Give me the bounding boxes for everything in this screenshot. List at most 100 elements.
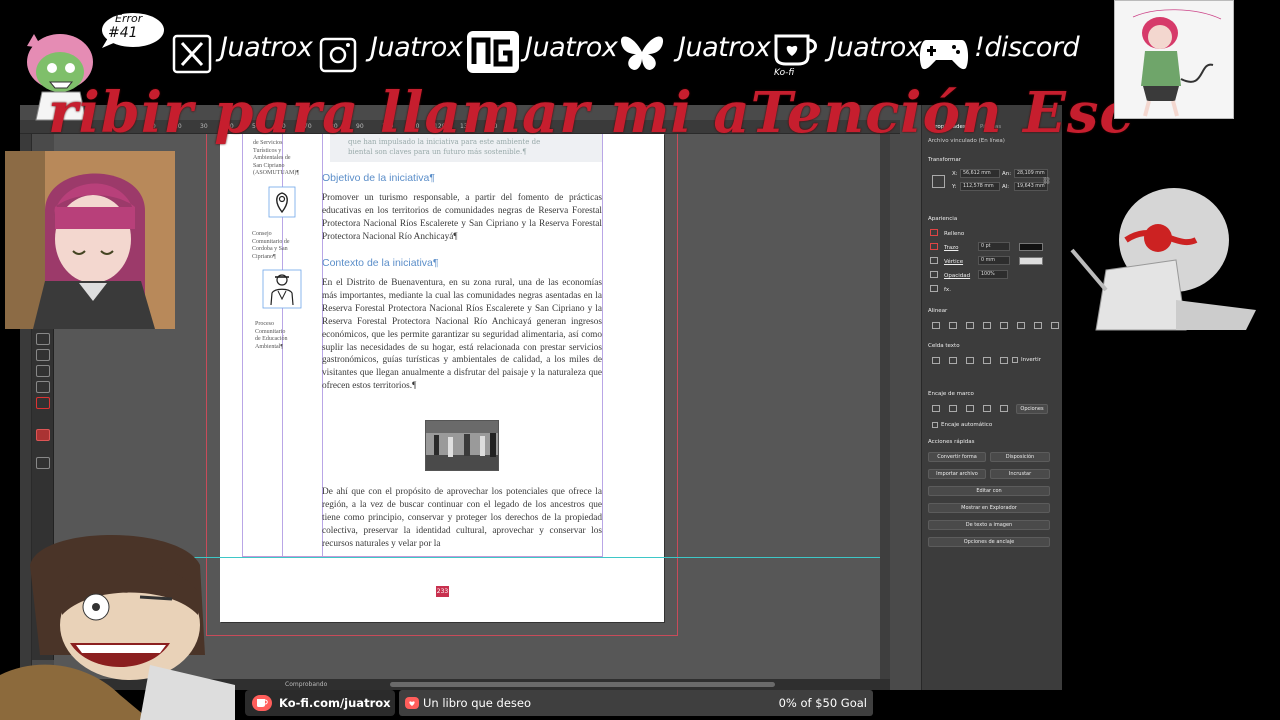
horizontal-scrollbar[interactable] [390, 682, 775, 687]
direct-selection-tool-icon[interactable] [36, 349, 50, 361]
newgrounds-icon [467, 31, 519, 73]
y-position-field[interactable]: 112,578 mm [960, 182, 1000, 191]
x-handle: Juatrox [220, 32, 313, 63]
stroke-swatch-icon[interactable] [930, 243, 938, 250]
text-cell-option-5-icon[interactable] [1000, 357, 1008, 364]
corner-label[interactable]: Vértice [944, 259, 963, 265]
autofit-label: Encaje automático [941, 422, 993, 428]
arrange-button[interactable]: Disposición [990, 452, 1050, 462]
align-option-4-icon[interactable] [983, 322, 991, 329]
anchor-options-button[interactable]: Opciones de anclaje [928, 537, 1050, 547]
y-label: Y: [952, 184, 957, 190]
sidebar-line: de Educación [255, 336, 288, 343]
sidebar-proceso-text[interactable]: Proceso Comunitario de Educación Ambient… [255, 321, 287, 351]
kofi-cup-icon [252, 695, 272, 711]
autofit-checkbox[interactable] [932, 422, 938, 428]
corner-icon[interactable] [930, 257, 938, 264]
frame-tool-icon[interactable] [36, 429, 50, 441]
heading-contexto[interactable]: Contexto de la iniciativa¶ [322, 257, 439, 269]
scrolling-ticker: ribir para llamar mi aTención Esc [48, 80, 1135, 146]
vtuber-avatar [5, 151, 175, 329]
screen-mode-icon[interactable] [36, 457, 50, 469]
selection-tool-icon[interactable] [36, 333, 50, 345]
sidebar-consejo-text[interactable]: Consejo Comunitario de Cordoba y San Cip… [252, 231, 290, 261]
sidebar-line: Comunitario de [252, 238, 290, 245]
margin-guide-right [602, 134, 603, 558]
paragraph-proposito[interactable]: De ahí que con el propósito de aprovecha… [322, 486, 602, 551]
reveal-in-explorer-button[interactable]: Mostrar en Explorador [928, 503, 1050, 513]
properties-panel: Propiedades Páginas Archivo vinculado (E… [921, 105, 1062, 690]
paragraph-objetivo[interactable]: Promover un turismo responsable, a parti… [322, 192, 602, 244]
text-to-image-button[interactable]: De texto a imagen [928, 520, 1050, 530]
corner-shape-select[interactable] [1019, 257, 1043, 265]
effects-label[interactable]: fx. [944, 287, 951, 293]
photo-image [426, 421, 498, 470]
corner-size-field[interactable]: 0 mm [978, 256, 1010, 265]
page-number-marker[interactable]: 233 [436, 586, 449, 597]
invert-checkbox[interactable] [1012, 357, 1018, 363]
instagram-icon [319, 37, 357, 73]
align-option-3-icon[interactable] [966, 322, 974, 329]
invert-label: Invertir [1021, 357, 1041, 363]
sidebar-line: Consejo [252, 231, 272, 237]
goal-widget[interactable]: Un libro que deseo 0% of $50 Goal [399, 690, 873, 716]
sidebar-line: Cipriano¶ [252, 253, 276, 260]
align-option-2-icon[interactable] [949, 322, 957, 329]
error-bubble-title: Error [115, 12, 143, 25]
align-option-6-icon[interactable] [1017, 322, 1025, 329]
align-option-8-icon[interactable] [1051, 322, 1059, 329]
transform-section-title: Transformar [928, 157, 961, 163]
effects-icon[interactable] [930, 285, 938, 292]
text-cell-option-2-icon[interactable] [949, 357, 957, 364]
frame-fit-option-3-icon[interactable] [966, 405, 974, 412]
text-cell-option-1-icon[interactable] [932, 357, 940, 364]
frame-fit-option-2-icon[interactable] [949, 405, 957, 412]
frame-fitting-section-title: Encaje de marco [928, 391, 974, 397]
error-bubble-number: #41 [108, 25, 138, 41]
kofi-link[interactable]: Ko-fi.com/juatrox [245, 690, 395, 716]
sidebar-line: (ASOMUTUAM)¶ [253, 170, 300, 177]
location-pin-icon[interactable] [268, 186, 296, 218]
align-option-5-icon[interactable] [1000, 322, 1008, 329]
align-option-1-icon[interactable] [932, 322, 940, 329]
zoom-tool-icon[interactable] [36, 381, 50, 393]
kofi-icon [774, 34, 817, 66]
instagram-handle: Juatrox [370, 32, 463, 63]
stroke-type-select[interactable] [1019, 243, 1043, 251]
fill-stroke-icon[interactable] [36, 397, 50, 409]
sidebar-line: Cordoba y San [252, 246, 288, 253]
frame-fit-option-5-icon[interactable] [1000, 405, 1008, 412]
constrain-link-icon[interactable]: ⛓ [1042, 177, 1051, 185]
preflight-status[interactable]: Comprobando [285, 681, 327, 688]
community-person-icon[interactable] [262, 269, 302, 309]
frame-fit-option-1-icon[interactable] [932, 405, 940, 412]
stroke-label[interactable]: Trazo [944, 245, 958, 251]
reference-point-icon[interactable] [932, 175, 945, 188]
convert-shape-button[interactable]: Convertir forma [928, 452, 986, 462]
hand-tool-icon[interactable] [36, 365, 50, 377]
sidebar-line: Ambientales de [253, 155, 291, 162]
frame-fit-option-4-icon[interactable] [983, 405, 991, 412]
edit-with-button[interactable]: Editar con [928, 486, 1050, 496]
opacity-icon[interactable] [930, 271, 938, 278]
paragraph-contexto[interactable]: En el Distrito de Buenaventura, en su zo… [322, 277, 602, 393]
opacity-field[interactable]: 100% [978, 270, 1008, 279]
embed-button[interactable]: Incrustar [990, 469, 1050, 479]
bluesky-icon [620, 36, 664, 70]
opacity-label[interactable]: Opacidad [944, 273, 970, 279]
vertical-scrollbar[interactable] [880, 134, 890, 679]
inline-photo[interactable] [425, 420, 499, 471]
cat-character [1070, 188, 1256, 331]
margin-guide-left [242, 134, 243, 558]
stroke-weight-field[interactable]: 0 pt [978, 242, 1010, 251]
newgrounds-handle: Juatrox [525, 32, 618, 63]
text-cell-option-4-icon[interactable] [983, 357, 991, 364]
text-cell-option-3-icon[interactable] [966, 357, 974, 364]
heading-objetivo[interactable]: Objetivo de la iniciativa¶ [322, 172, 435, 184]
fill-label: Relleno [944, 231, 965, 237]
x-position-field[interactable]: 56,612 mm [960, 169, 1000, 178]
align-option-7-icon[interactable] [1034, 322, 1042, 329]
import-file-button[interactable]: Importar archivo [928, 469, 986, 479]
frame-fitting-options-button[interactable]: Opciones [1016, 404, 1048, 414]
fill-swatch-icon[interactable] [930, 229, 938, 236]
